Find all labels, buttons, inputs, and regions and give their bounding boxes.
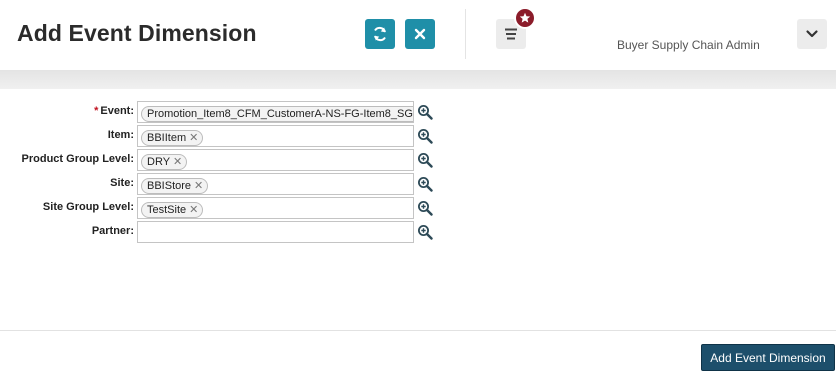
site-tag-label: BBIStore xyxy=(147,180,192,192)
remove-tag-icon[interactable]: ✕ xyxy=(189,204,198,216)
user-menu-button[interactable] xyxy=(797,19,827,49)
site-label: Site: xyxy=(110,177,134,189)
remove-tag-icon[interactable]: ✕ xyxy=(194,180,203,192)
event-field[interactable]: Promotion_Item8_CFM_CustomerA-NS-FG-Item… xyxy=(137,101,414,123)
event-tag: Promotion_Item8_CFM_CustomerA-NS-FG-Item… xyxy=(141,106,414,122)
product-group-level-field[interactable]: DRY ✕ xyxy=(137,149,414,171)
product-group-level-row: Product Group Level: DRY ✕ xyxy=(0,149,460,171)
event-tag-label: Promotion_Item8_CFM_CustomerA-NS-FG-Item… xyxy=(147,108,414,120)
refresh-button[interactable] xyxy=(365,19,395,49)
favorites-badge[interactable] xyxy=(514,7,536,29)
required-mark: * xyxy=(94,105,99,117)
site-group-level-row: Site Group Level: TestSite ✕ xyxy=(0,197,460,219)
page-header: Add Event Dimension Buyer Supply Chain A… xyxy=(0,0,836,70)
footer-divider xyxy=(0,330,836,331)
site-group-level-field[interactable]: TestSite ✕ xyxy=(137,197,414,219)
chevron-down-icon xyxy=(806,30,818,38)
item-tag-label: BBIItem xyxy=(147,132,187,144)
item-label: Item: xyxy=(107,129,134,141)
user-name[interactable]: Buyer Supply Chain Admin xyxy=(617,38,760,52)
item-field[interactable]: BBIItem ✕ xyxy=(137,125,414,147)
add-event-dimension-button[interactable]: Add Event Dimension xyxy=(701,344,835,371)
partner-field[interactable] xyxy=(137,221,414,243)
header-divider xyxy=(465,9,466,59)
page-title: Add Event Dimension xyxy=(17,20,257,46)
hamburger-icon xyxy=(505,28,517,40)
event-label: * Event: xyxy=(94,105,134,117)
site-lookup-icon[interactable] xyxy=(417,176,433,192)
site-group-level-label: Site Group Level: xyxy=(42,201,134,213)
partner-row: Partner: xyxy=(0,221,460,243)
site-group-level-tag-label: TestSite xyxy=(147,204,187,216)
partner-lookup-icon[interactable] xyxy=(417,224,433,240)
remove-tag-icon[interactable]: ✕ xyxy=(189,132,198,144)
item-tag: BBIItem ✕ xyxy=(141,130,204,146)
event-row: * Event: Promotion_Item8_CFM_CustomerA-NS… xyxy=(0,101,460,123)
site-group-level-lookup-icon[interactable] xyxy=(417,200,433,216)
item-lookup-icon[interactable] xyxy=(417,128,433,144)
partner-label: Partner: xyxy=(91,225,134,237)
star-icon xyxy=(519,12,531,23)
header-shadow-band xyxy=(0,70,836,89)
event-lookup-icon[interactable] xyxy=(417,104,433,120)
product-group-level-label: Product Group Level: xyxy=(21,153,134,165)
site-group-level-tag: TestSite ✕ xyxy=(141,202,204,218)
product-group-level-tag: DRY ✕ xyxy=(141,154,188,170)
product-group-level-lookup-icon[interactable] xyxy=(417,152,433,168)
site-tag: BBIStore ✕ xyxy=(141,178,209,194)
remove-tag-icon[interactable]: ✕ xyxy=(173,156,182,168)
item-row: Item: BBIItem ✕ xyxy=(0,125,460,147)
close-icon xyxy=(414,28,426,40)
refresh-icon xyxy=(374,26,386,42)
product-group-level-tag-label: DRY xyxy=(147,156,171,168)
site-row: Site: BBIStore ✕ xyxy=(0,173,460,195)
site-field[interactable]: BBIStore ✕ xyxy=(137,173,414,195)
close-button[interactable] xyxy=(405,19,435,49)
